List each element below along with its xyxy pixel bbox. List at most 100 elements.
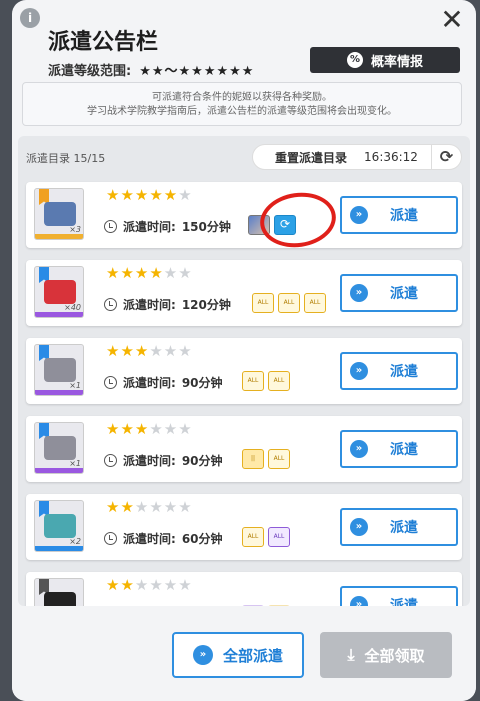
mission-list[interactable]: 派遣目录 15/15 重置派遣目录 16:36:12 ⟳ ×3 ★★★★★★ 派… [18, 136, 470, 606]
dispatch-button[interactable]: » 派遣 [340, 196, 458, 234]
requirement-slots: ALL ALL [242, 371, 290, 391]
stars-empty: ★★★ [149, 342, 193, 360]
mission-star-rating: ★★★★★★ [106, 420, 193, 438]
notice-line-2: 学习战术学院教学指南后，派遣公告栏的派遣等级范围将会出现变化。 [87, 106, 397, 117]
dispatch-time: 派遣时间: 120分钟 [104, 296, 231, 313]
notice-box: 可派遣符合条件的妮姬以获得各种奖励。 学习战术学院教学指南后，派遣公告栏的派遣等… [22, 82, 462, 126]
requirement-slot[interactable]: ALL [278, 293, 300, 313]
download-icon: ⤓ [347, 645, 355, 664]
requirement-slots [242, 605, 290, 606]
reset-timer: 16:36:12 [364, 150, 418, 164]
dispatch-time-label: 派遣时间: [123, 376, 176, 390]
dispatch-button[interactable]: » 派遣 [340, 430, 458, 468]
reward-item-image [44, 514, 76, 538]
rarity-bar [35, 390, 83, 395]
level-range: 派遣等级范围: ★★～★★★★★★ [48, 60, 254, 79]
requirement-slot[interactable]: ALL [268, 527, 290, 547]
clock-icon [104, 454, 117, 467]
requirement-slot[interactable]: ALL [252, 293, 274, 313]
close-button[interactable]: ✕ [438, 6, 466, 34]
dispatch-button-label: 派遣 [390, 364, 418, 380]
stars-empty: ★★★★ [134, 576, 193, 594]
probability-info-label: 概率情报 [370, 54, 423, 70]
reset-list-bar: 重置派遣目录 16:36:12 ⟳ [252, 144, 462, 170]
reward-item-image [44, 202, 76, 226]
double-chevron-icon: » [350, 206, 368, 224]
requirement-slot[interactable]: ALL [304, 293, 326, 313]
stars-filled: ★★★ [106, 342, 150, 360]
claim-all-label: 全部领取 [364, 646, 425, 665]
double-chevron-icon: » [350, 284, 368, 302]
stars-empty: ★ [178, 186, 193, 204]
dispatch-time-label: 派遣时间: [123, 454, 176, 468]
dispatch-all-label: 全部派遣 [222, 646, 283, 665]
dispatch-time-value: 90分钟 [181, 454, 223, 468]
dispatch-button[interactable]: » 派遣 [340, 508, 458, 546]
reward-item-image [44, 358, 76, 382]
requirement-slot[interactable]: ALL [242, 371, 264, 391]
clock-icon [104, 532, 117, 545]
requirement-slots: ALL ALL [242, 527, 290, 547]
mission-count: 派遣目录 15/15 [26, 152, 106, 165]
page-title: 派遣公告栏 [48, 30, 159, 55]
double-chevron-icon: » [350, 362, 368, 380]
reward-quantity: ×40 [64, 303, 81, 312]
reward-item-thumbnail[interactable] [34, 578, 84, 606]
reward-quantity: ×3 [69, 225, 81, 234]
requirement-slot[interactable]: || [242, 449, 264, 469]
reward-quantity: ×1 [69, 381, 81, 390]
mission-card: ×40 ★★★★★★ 派遣时间: 120分钟 ALL ALL ALL » 派遣 [26, 260, 462, 326]
rarity-bar [35, 546, 83, 551]
dispatch-button[interactable]: » 派遣 [340, 586, 458, 606]
requirement-slot[interactable] [268, 605, 290, 606]
dispatch-time-label: 派遣时间: [123, 532, 176, 546]
double-chevron-icon: » [192, 645, 213, 665]
reward-item-thumbnail[interactable]: ×1 [34, 344, 84, 396]
claim-all-button[interactable]: ⤓ 全部领取 [320, 632, 452, 678]
double-chevron-icon: » [350, 518, 368, 536]
stars-empty: ★★★★ [134, 498, 193, 516]
requirement-slots: || ALL [242, 449, 290, 469]
mission-star-rating: ★★★★★★ [106, 342, 193, 360]
stars-filled: ★★★★ [106, 264, 164, 282]
dispatch-time-label: 派遣时间: [123, 298, 176, 312]
footer-bar: » 全部派遣 ⤓ 全部领取 [12, 610, 476, 701]
reward-item-thumbnail[interactable]: ×40 [34, 266, 84, 318]
stars-filled: ★★ [106, 498, 135, 516]
reward-quantity: ×1 [69, 459, 81, 468]
dispatch-button-label: 派遣 [390, 520, 418, 536]
reward-item-thumbnail[interactable]: ×2 [34, 500, 84, 552]
mission-card: ×3 ★★★★★★ 派遣时间: 150分钟 ⟳ » 派遣 [26, 182, 462, 248]
requirement-slot[interactable]: ALL [268, 449, 290, 469]
requirement-slot[interactable]: ALL [242, 527, 264, 547]
reward-item-thumbnail[interactable]: ×1 [34, 422, 84, 474]
stars-empty: ★★★ [149, 420, 193, 438]
dispatch-time-value: 90分钟 [181, 376, 223, 390]
mission-star-rating: ★★★★★★ [106, 498, 193, 516]
clock-icon [104, 376, 117, 389]
reward-item-thumbnail[interactable]: ×3 [34, 188, 84, 240]
info-icon[interactable]: i [20, 8, 40, 28]
dispatch-button[interactable]: » 派遣 [340, 274, 458, 312]
dispatch-button[interactable]: » 派遣 [340, 352, 458, 390]
requirement-slot[interactable] [242, 605, 264, 606]
stars-filled: ★★★★★ [106, 186, 179, 204]
notice-line-1: 可派遣符合条件的妮姬以获得各种奖励。 [152, 92, 332, 103]
dispatch-all-button[interactable]: » 全部派遣 [172, 632, 304, 678]
mission-card: ★★★★★★ 派遣时间: 30分钟 » 派遣 [26, 572, 462, 606]
mission-card: ×1 ★★★★★★ 派遣时间: 90分钟 || ALL » 派遣 [26, 416, 462, 482]
dispatch-time: 派遣时间: 90分钟 [104, 452, 223, 469]
double-chevron-icon: » [350, 596, 368, 606]
rarity-bar [35, 468, 83, 473]
stars-filled: ★★ [106, 576, 135, 594]
dispatch-time-value: 60分钟 [181, 532, 223, 546]
requirement-slot[interactable]: ALL [268, 371, 290, 391]
clock-icon [104, 220, 117, 233]
mission-star-rating: ★★★★★★ [106, 576, 193, 594]
stars-empty: ★★ [163, 264, 193, 282]
dispatch-time-label: 派遣时间: [123, 220, 176, 234]
probability-info-button[interactable]: % 概率情报 [310, 47, 460, 73]
refresh-icon[interactable]: ⟳ [431, 145, 461, 169]
dispatch-board-panel: i ✕ 派遣公告栏 派遣等级范围: ★★～★★★★★★ % 概率情报 可派遣符合… [12, 0, 476, 701]
requirement-slots: ALL ALL ALL [252, 293, 326, 313]
